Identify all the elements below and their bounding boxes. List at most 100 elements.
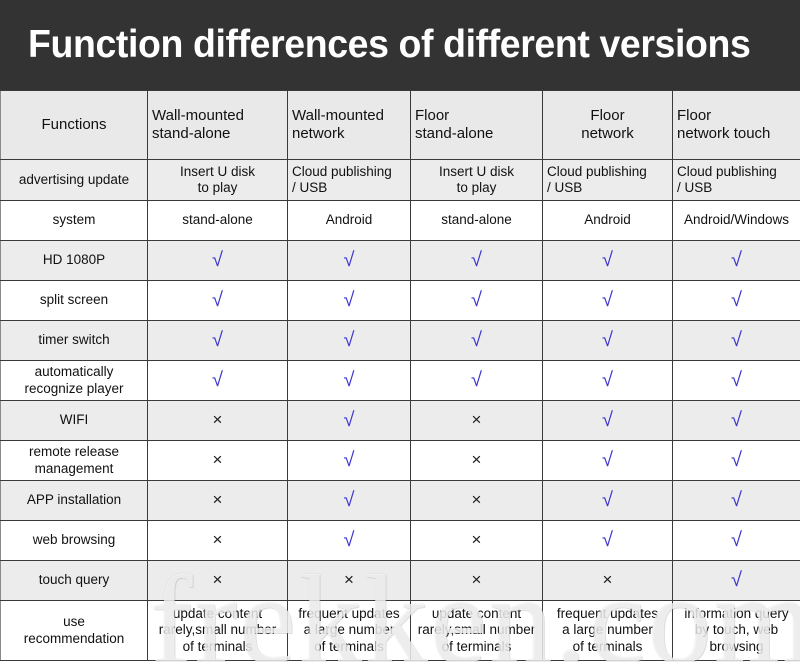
feature-support-cell: √ <box>672 440 800 481</box>
table-row: WIFI × √ × √ √ <box>0 400 800 441</box>
feature-comparison-table: Functions Wall-mounted stand-alone Wall-… <box>0 90 800 661</box>
feature-support-cell: × <box>287 560 411 601</box>
feature-value-line: by touch, web <box>694 622 779 638</box>
check-icon: √ <box>731 409 742 432</box>
feature-value-line: Insert U disk <box>179 163 256 179</box>
feature-support-cell: √ <box>147 280 288 321</box>
header-row: Functions Wall-mounted stand-alone Wall-… <box>0 90 800 160</box>
check-icon: √ <box>212 249 223 272</box>
table-row: timer switch √ √ √ √ √ <box>0 320 800 361</box>
feature-value-cell: update content rarely,small number of term… <box>147 600 288 661</box>
check-icon: √ <box>731 489 742 512</box>
feature-value-cell: stand-alone <box>410 200 543 241</box>
table-row: APP installation × √ × √ √ <box>0 480 800 521</box>
feature-value-cell: stand-alone <box>147 200 288 241</box>
check-icon: √ <box>343 249 355 272</box>
feature-support-cell: √ <box>287 320 411 361</box>
feature-label-cell: APP installation <box>0 480 148 521</box>
feature-label-line: remote release <box>28 444 120 460</box>
header-line: Functions <box>41 115 107 133</box>
feature-value-line: update content <box>172 605 263 621</box>
feature-value-cell: Cloud publishing / USB <box>287 159 411 201</box>
feature-support-cell: √ <box>410 360 543 401</box>
feature-value-line: Insert U disk <box>438 163 515 179</box>
feature-label-line: timer switch <box>38 332 110 348</box>
column-header-wall-mounted-stand-alone: Wall-mounted stand-alone <box>147 90 288 160</box>
feature-label-line: recommendation <box>23 630 125 646</box>
cross-icon: × <box>471 490 482 510</box>
check-icon: √ <box>471 369 482 392</box>
check-icon: √ <box>343 489 355 512</box>
check-icon: √ <box>731 289 742 312</box>
feature-support-cell: √ <box>287 400 411 441</box>
feature-support-cell: √ <box>542 520 673 561</box>
feature-value-cell: Cloud publishing / USB <box>672 159 800 201</box>
feature-support-cell: √ <box>672 400 800 441</box>
check-icon: √ <box>602 249 613 272</box>
feature-support-cell: √ <box>287 240 411 281</box>
feature-label-cell: web browsing <box>0 520 148 561</box>
header-line: stand-alone <box>415 125 494 142</box>
feature-value-line: browsing <box>709 638 764 654</box>
cross-icon: × <box>471 410 482 430</box>
feature-support-cell: √ <box>147 360 288 401</box>
feature-label-line: split screen <box>39 292 109 308</box>
feature-label-cell: WIFI <box>0 400 148 441</box>
feature-label-cell: automatically recognize player <box>0 360 148 401</box>
feature-support-cell: √ <box>147 320 288 361</box>
feature-support-cell: × <box>147 400 288 441</box>
feature-support-cell: × <box>542 560 673 601</box>
feature-value-cell: Android/Windows <box>672 200 800 241</box>
column-header-wall-mounted-network: Wall-mounted network <box>287 90 411 160</box>
feature-support-cell: × <box>147 520 288 561</box>
feature-value-line: / USB <box>547 180 583 195</box>
table-row: split screen √ √ √ √ √ <box>0 280 800 321</box>
check-icon: √ <box>731 449 742 472</box>
feature-label-cell: split screen <box>0 280 148 321</box>
header-line: network <box>292 125 345 142</box>
check-icon: √ <box>471 329 482 352</box>
feature-support-cell: √ <box>672 320 800 361</box>
check-icon: √ <box>602 329 613 352</box>
feature-support-cell: √ <box>287 360 411 401</box>
feature-support-cell: √ <box>147 240 288 281</box>
check-icon: √ <box>602 449 613 472</box>
feature-support-cell: √ <box>672 360 800 401</box>
feature-value-line: rarely,small number <box>158 622 277 638</box>
check-icon: √ <box>731 249 742 272</box>
feature-value-line: update content <box>431 605 522 621</box>
cross-icon: × <box>602 570 613 590</box>
table-row: HD 1080P √ √ √ √ √ <box>0 240 800 281</box>
feature-support-cell: × <box>147 440 288 481</box>
feature-label-line: WIFI <box>59 412 89 428</box>
feature-value-line: Android <box>325 212 373 228</box>
feature-support-cell: √ <box>542 440 673 481</box>
feature-support-cell: √ <box>287 480 411 521</box>
feature-value-cell: frequent updates a large number of termina… <box>287 600 411 661</box>
feature-label-line: HD 1080P <box>42 252 106 268</box>
check-icon: √ <box>343 369 355 392</box>
table-row: automatically recognize player √ √ √ √ √ <box>0 360 800 401</box>
feature-label-line: system <box>52 212 96 228</box>
check-icon: √ <box>212 329 223 352</box>
check-icon: √ <box>602 529 613 552</box>
feature-value-line: Cloud publishing <box>547 163 647 179</box>
check-icon: √ <box>602 289 613 312</box>
table-row: system stand-alone Android stand-alone Andro… <box>0 200 800 241</box>
feature-value-line: to play <box>456 180 497 195</box>
feature-support-cell: √ <box>542 320 673 361</box>
feature-value-cell: information query by touch, web browsing <box>672 600 800 661</box>
check-icon: √ <box>602 489 613 512</box>
feature-value-line: Android <box>584 212 631 228</box>
header-line: Wall-mounted <box>292 106 384 124</box>
check-icon: √ <box>343 329 355 352</box>
header-line: Floor <box>415 106 450 124</box>
feature-label-line: web browsing <box>32 532 116 548</box>
header-line: Wall-mounted <box>152 106 244 124</box>
feature-support-cell: √ <box>672 480 800 521</box>
feature-value-line: / USB <box>677 180 713 195</box>
feature-support-cell: √ <box>410 320 543 361</box>
feature-support-cell: × <box>410 520 543 561</box>
check-icon: √ <box>731 569 742 592</box>
feature-support-cell: × <box>410 560 543 601</box>
